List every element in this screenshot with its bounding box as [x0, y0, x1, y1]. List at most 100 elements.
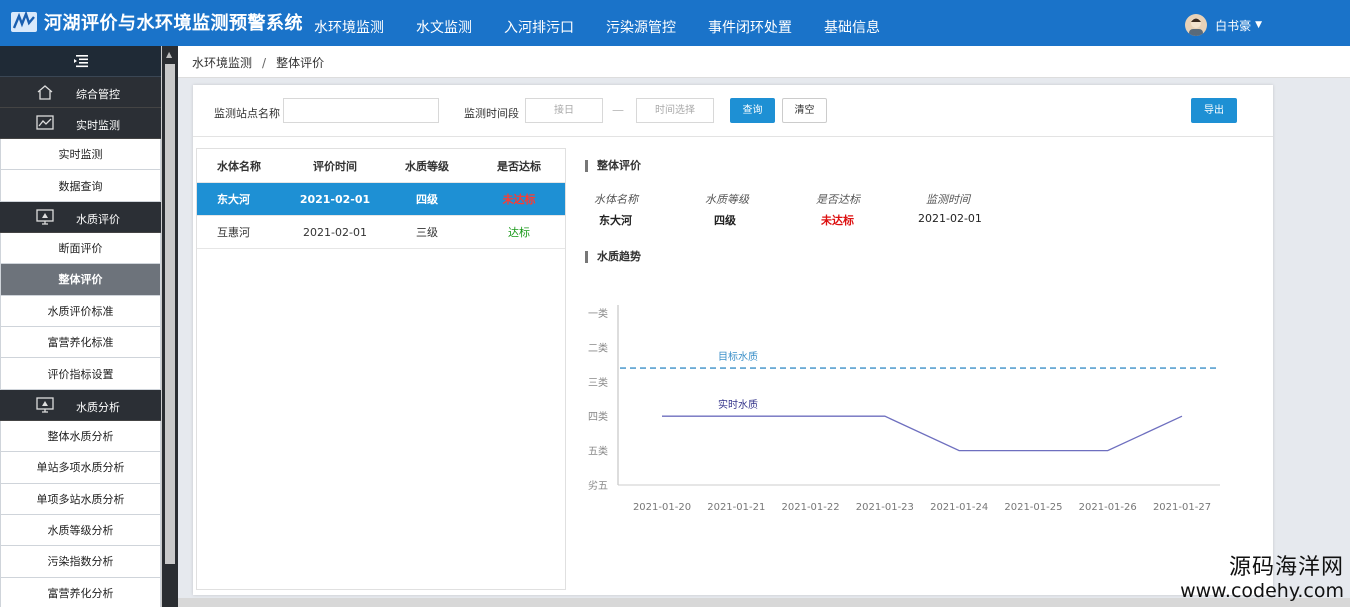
evaluation-table: 水体名称 评价时间 水质等级 是否达标 东大河 2021-02-01 四级 未达…	[196, 148, 566, 590]
sidebar-toggle[interactable]	[0, 46, 161, 77]
x-tick-label: 2021-01-26	[1079, 502, 1137, 513]
scrollbar-thumb[interactable]	[165, 64, 175, 564]
cell-status: 未达标	[502, 193, 536, 206]
sidebar-group-water-quality-eval[interactable]: 水质评价	[0, 201, 161, 233]
watermark: 源码海洋网 www.codehy.com	[1180, 557, 1344, 601]
series-label: 目标水质	[718, 351, 758, 363]
sidebar-group-label: 综合管控	[76, 88, 120, 101]
trend-title: 水质趋势	[585, 251, 641, 263]
column-header: 是否达标	[497, 159, 541, 173]
main-nav: 水环境监测 水文监测 入河排污口 污染源管控 事件闭环处置 基础信息	[298, 0, 896, 46]
query-button[interactable]: 查询	[730, 98, 775, 123]
y-tick-label: 五类	[588, 445, 608, 458]
watermark-title: 源码海洋网	[1228, 555, 1344, 580]
app-logo[interactable]: 河湖评价与水环境监测预警系统	[10, 8, 303, 36]
monitor-icon	[36, 209, 54, 225]
watermark-url: www.codehy.com	[1180, 580, 1344, 602]
x-tick-label: 2021-01-27	[1153, 502, 1211, 513]
breadcrumb-separator: /	[262, 56, 267, 70]
summary-header: 水体名称	[594, 193, 638, 206]
summary-status: 未达标	[821, 214, 854, 227]
summary-header: 监测时间	[926, 193, 970, 206]
start-date-input[interactable]: 接日	[525, 98, 603, 123]
export-button[interactable]: 导出	[1191, 98, 1237, 123]
column-header: 水体名称	[217, 159, 261, 173]
cell-grade: 三级	[416, 226, 438, 239]
y-tick-label: 三类	[588, 376, 608, 389]
x-tick-label: 2021-01-22	[782, 502, 840, 513]
summary-date: 2021-02-01	[918, 212, 982, 225]
sidebar-group-label: 水质评价	[76, 212, 120, 226]
user-name: 白书豪	[1215, 18, 1252, 33]
sidebar-item-overall-eval[interactable]: 整体评价	[0, 264, 161, 296]
summary-water-body: 东大河	[599, 214, 632, 227]
sidebar-item-multi-station-analysis[interactable]: 单项多站水质分析	[0, 483, 161, 515]
home-icon	[37, 85, 53, 100]
sidebar-group-realtime[interactable]: 实时监测	[0, 108, 161, 139]
x-tick-label: 2021-01-25	[1004, 502, 1062, 513]
realtime-quality-line	[662, 415, 1183, 452]
cell-date: 2021-02-01	[303, 225, 367, 239]
sidebar-item-eutrophication-analysis[interactable]: 富营养化分析	[0, 577, 161, 607]
sidebar-group-overview[interactable]: 综合管控	[0, 77, 161, 108]
sidebar-scrollbar[interactable]: ▲	[162, 46, 178, 607]
filter-bar: 监测站点名称 监测时间段 接日 — 时间选择 查询 清空 导出	[193, 85, 1273, 137]
y-tick-label: 四类	[588, 410, 608, 423]
breadcrumb: 水环境监测 / 整体评价	[178, 46, 1350, 78]
sidebar-item-eutrophication-standard[interactable]: 富营养化标准	[0, 326, 161, 359]
sidebar-item-data-query[interactable]: 数据查询	[0, 170, 161, 202]
sidebar-item-grade-analysis[interactable]: 水质等级分析	[0, 514, 161, 547]
sidebar-item-pollution-index-analysis[interactable]: 污染指数分析	[0, 546, 161, 578]
horizontal-scrollbar[interactable]	[178, 598, 1350, 607]
summary-header: 是否达标	[816, 193, 860, 206]
logo-icon	[10, 8, 38, 36]
cell-status: 达标	[508, 226, 530, 239]
y-tick-label: 劣五	[588, 479, 608, 492]
user-menu[interactable]: 白书豪 ▼	[1185, 14, 1262, 36]
column-header: 水质等级	[405, 159, 449, 173]
sidebar-group-label: 实时监测	[76, 119, 120, 132]
cell-date: 2021-02-01	[299, 192, 371, 206]
chevron-down-icon: ▼	[1255, 20, 1262, 30]
sidebar-item-single-station-analysis[interactable]: 单站多项水质分析	[0, 452, 161, 484]
table-row[interactable]: 东大河 2021-02-01 四级 未达标	[197, 183, 565, 216]
station-label: 监测站点名称	[214, 107, 280, 120]
cell-water-body: 东大河	[217, 193, 250, 206]
x-tick-label: 2021-01-20	[633, 502, 691, 513]
cell-grade: 四级	[416, 193, 438, 206]
sidebar-item-realtime[interactable]: 实时监测	[0, 139, 161, 171]
nav-item-basic-info[interactable]: 基础信息	[808, 0, 896, 46]
sidebar-group-label: 水质分析	[76, 400, 120, 414]
x-tick-label: 2021-01-23	[856, 502, 914, 513]
monitor-icon	[36, 397, 54, 413]
x-tick-label: 2021-01-21	[707, 502, 765, 513]
sidebar-item-section-eval[interactable]: 断面评价	[0, 232, 161, 265]
y-tick-label: 一类	[588, 307, 608, 320]
clear-button[interactable]: 清空	[782, 98, 827, 123]
range-dash: —	[612, 103, 624, 117]
sidebar-group-water-quality-analysis[interactable]: 水质分析	[0, 389, 161, 421]
table-row[interactable]: 互惠河 2021-02-01 三级 达标	[197, 216, 565, 249]
breadcrumb-parent[interactable]: 水环境监测	[192, 56, 252, 70]
sidebar-item-quality-standard[interactable]: 水质评价标准	[0, 295, 161, 327]
summary-grade: 四级	[714, 214, 736, 227]
avatar	[1185, 14, 1208, 36]
nav-item-hydrology[interactable]: 水文监测	[400, 0, 488, 46]
y-tick-label: 二类	[588, 341, 608, 354]
sidebar-item-overall-analysis[interactable]: 整体水质分析	[0, 420, 161, 453]
nav-item-pollution-source[interactable]: 污染源管控	[590, 0, 692, 46]
nav-item-event-handling[interactable]: 事件闭环处置	[692, 0, 808, 46]
nav-item-outfall[interactable]: 入河排污口	[488, 0, 590, 46]
column-header: 评价时间	[313, 159, 357, 173]
end-date-input[interactable]: 时间选择	[636, 98, 714, 123]
line-chart-icon	[36, 115, 54, 130]
station-input[interactable]	[283, 98, 439, 123]
app-title: 河湖评价与水环境监测预警系统	[44, 13, 303, 34]
table-header: 水体名称 评价时间 水质等级 是否达标	[197, 149, 565, 183]
series-label: 实时水质	[718, 398, 758, 411]
sidebar-item-indicator-settings[interactable]: 评价指标设置	[0, 358, 161, 390]
breadcrumb-current: 整体评价	[276, 56, 325, 70]
summary-title: 整体评价	[585, 160, 641, 172]
nav-item-water-env[interactable]: 水环境监测	[298, 0, 400, 46]
scroll-up-icon[interactable]: ▲	[166, 50, 172, 59]
